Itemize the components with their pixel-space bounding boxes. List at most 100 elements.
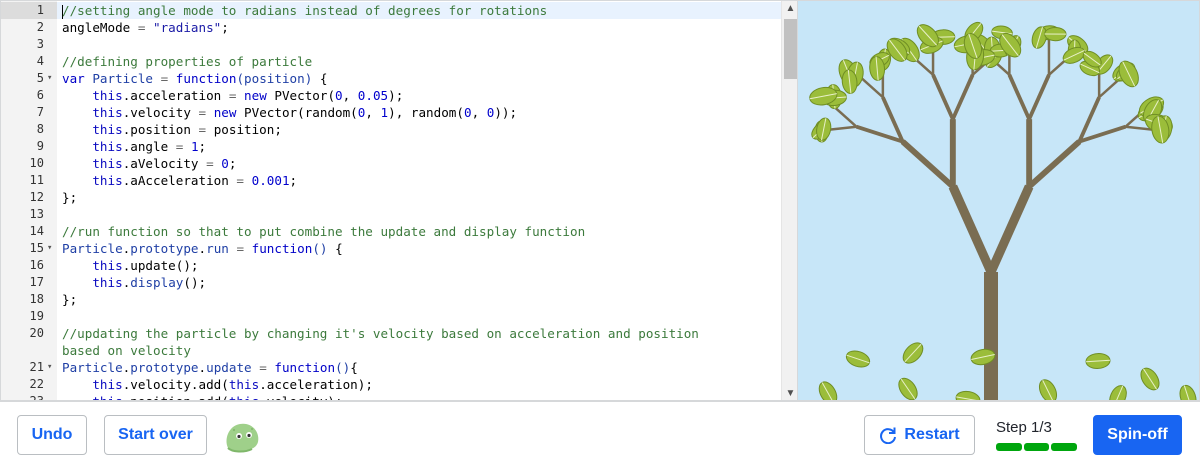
code-line[interactable]: 13 — [1, 206, 781, 223]
code-token: ), random( — [388, 105, 464, 120]
leaf — [1044, 26, 1067, 42]
code-text: this.acceleration = new PVector(0, 0.05)… — [62, 87, 403, 104]
code-token: function — [274, 360, 336, 375]
leaf — [1085, 353, 1111, 369]
code-line[interactable]: 17 this.display(); — [1, 274, 781, 291]
code-line[interactable]: 5 ▾ var Particle = function(position) { — [1, 70, 781, 87]
code-line[interactable]: 23 this.position.add(this.velocity); — [1, 393, 781, 400]
avatar-icon[interactable] — [222, 418, 262, 454]
code-line[interactable]: 21 ▾ Particle.prototype.update = function(… — [1, 359, 781, 376]
code-token: prototype — [130, 241, 199, 256]
code-text: this.angle = 1; — [62, 138, 206, 155]
scrollbar-thumb[interactable] — [784, 19, 797, 79]
code-text: Particle.prototype.run = function() { — [62, 240, 343, 257]
line-number: 11 — [29, 173, 44, 187]
restart-button[interactable]: Restart — [864, 415, 975, 455]
code-token: new — [213, 105, 237, 120]
code-line[interactable]: 3 — [1, 36, 781, 53]
code-text: this.position.add(this.velocity); — [62, 393, 342, 400]
leaf — [1179, 384, 1197, 400]
code-line[interactable]: 22 this.velocity.add(this.acceleration); — [1, 376, 781, 393]
chevron-down-icon[interactable]: ▼ — [782, 386, 797, 400]
code-token: .velocity — [122, 105, 199, 120]
tree-branches — [821, 39, 1161, 400]
code-line[interactable]: 14 //run function so that to put combine … — [1, 223, 781, 240]
code-line[interactable]: 10 this.aVelocity = 0; — [1, 155, 781, 172]
code-text: var Particle = function(position) { — [62, 70, 327, 87]
start-over-button[interactable]: Start over — [104, 415, 207, 455]
code-token: this — [92, 156, 123, 171]
code-text: this.aAcceleration = 0.001; — [62, 172, 297, 189]
code-line[interactable]: 8 this.position = position; — [1, 121, 781, 138]
fold-toggle-icon[interactable]: ▾ — [47, 359, 52, 376]
code-token: display — [130, 275, 184, 290]
code-line[interactable]: 15 ▾ Particle.prototype.run = function() { — [1, 240, 781, 257]
code-token: , — [365, 105, 381, 120]
code-token: position; — [206, 122, 282, 137]
output-canvas[interactable] — [797, 0, 1200, 401]
code-token: based on velocity — [62, 343, 191, 358]
editor-scrollbar[interactable]: ▲ ▼ — [781, 1, 797, 400]
undo-button[interactable]: Undo — [17, 415, 87, 455]
code-line[interactable]: 6 this.acceleration = new PVector(0, 0.0… — [1, 87, 781, 104]
code-token: .position — [122, 122, 199, 137]
leaf — [1038, 379, 1058, 400]
line-number: 3 — [36, 37, 44, 51]
code-line[interactable]: 19 — [1, 308, 781, 325]
line-number: 21 — [29, 360, 44, 374]
code-line[interactable]: 12}; — [1, 189, 781, 206]
chevron-up-icon[interactable]: ▲ — [782, 1, 797, 17]
fold-toggle-icon[interactable]: ▾ — [47, 70, 52, 87]
code-token: () — [335, 360, 351, 375]
tree-branch — [1027, 139, 1082, 189]
code-token: }; — [62, 190, 78, 205]
code-token: 1 — [380, 105, 389, 120]
code-line[interactable]: 9 this.angle = 1; — [1, 138, 781, 155]
code-token: update — [206, 360, 252, 375]
code-line[interactable]: based on velocity — [1, 342, 781, 359]
code-token: .aVelocity — [122, 156, 207, 171]
code-line[interactable]: 11 this.aAcceleration = 0.001; — [1, 172, 781, 189]
tree-branch — [931, 74, 955, 120]
code-line[interactable]: 4 //defining properties of particle — [1, 53, 781, 70]
code-token: //defining properties of particle — [62, 54, 313, 69]
code-line[interactable]: 2 angleMode = "radians"; — [1, 19, 781, 36]
code-token: var — [62, 71, 85, 86]
code-text: //updating the particle by changing it's… — [62, 325, 699, 342]
code-text: this.velocity.add(this.acceleration); — [62, 376, 373, 393]
code-token: { — [327, 241, 343, 256]
restart-icon — [880, 427, 897, 444]
code-line[interactable]: 20 //updating the particle by changing it… — [1, 325, 781, 342]
code-token: ; — [198, 139, 207, 154]
code-line[interactable]: 18}; — [1, 291, 781, 308]
code-line[interactable]: 7 this.velocity = new PVector(random(0, … — [1, 104, 781, 121]
code-token: this — [92, 105, 123, 120]
code-line[interactable]: 16 this.update(); — [1, 257, 781, 274]
step-segment — [1023, 443, 1050, 451]
code-token: PVector( — [266, 88, 336, 103]
code-token: , — [471, 105, 487, 120]
code-line[interactable]: 1 //setting angle mode to radians instead… — [1, 2, 781, 19]
leaf — [1118, 60, 1139, 88]
spin-off-button[interactable]: Spin-off — [1093, 415, 1182, 455]
code-token: = — [198, 105, 207, 120]
code-token: = — [236, 173, 245, 188]
fold-toggle-icon[interactable]: ▾ — [47, 240, 52, 257]
line-number: 4 — [36, 54, 44, 68]
code-token: .position.add( — [123, 394, 229, 400]
code-lines[interactable]: 1 //setting angle mode to radians instead… — [1, 2, 781, 400]
code-editor[interactable]: 1 //setting angle mode to radians instead… — [0, 0, 797, 401]
tree-drawing — [809, 21, 1197, 400]
restart-label: Restart — [904, 426, 960, 443]
code-token: this — [229, 394, 259, 400]
tree-leaves — [809, 21, 1197, 400]
code-token: = — [198, 122, 207, 137]
code-token: Particle — [92, 71, 154, 86]
code-token: run — [206, 241, 229, 256]
